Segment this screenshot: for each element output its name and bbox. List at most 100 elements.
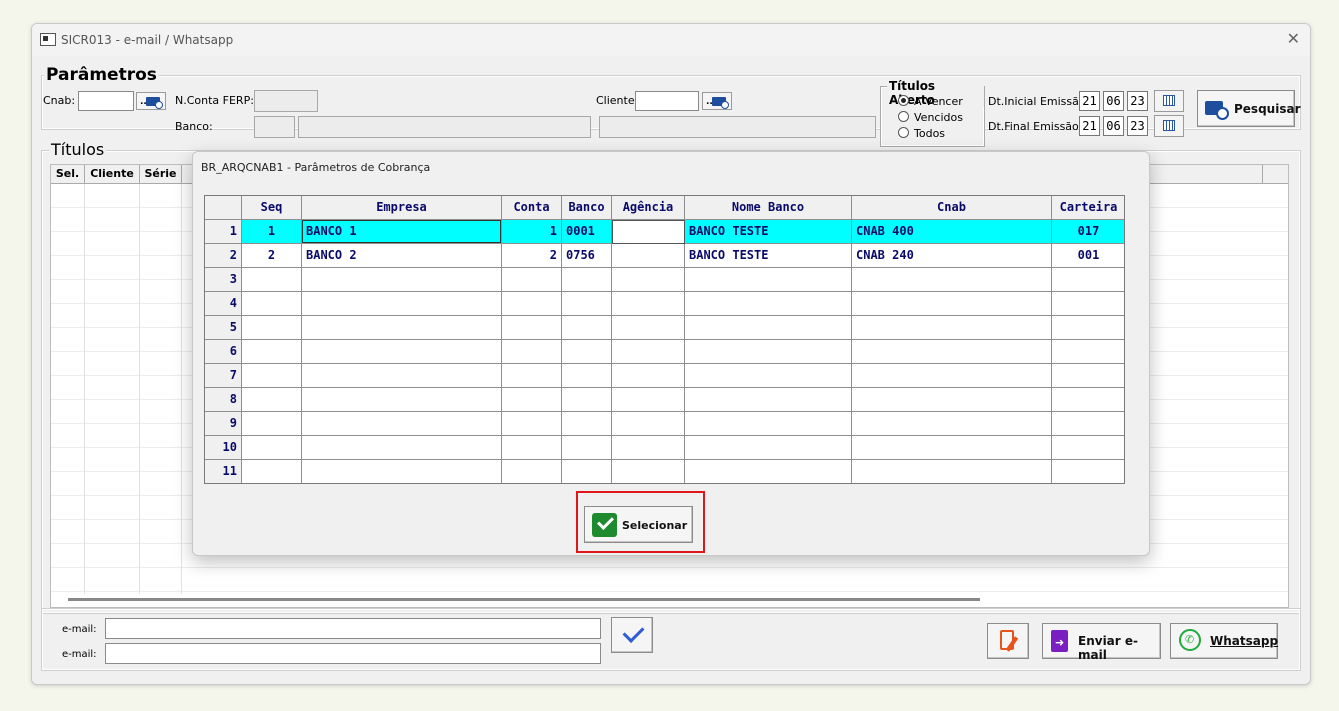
empty-cell[interactable] (562, 364, 612, 388)
empty-cell[interactable] (502, 316, 562, 340)
col-header-empresa[interactable]: Empresa (302, 196, 502, 220)
empty-cell[interactable] (852, 460, 1052, 483)
whatsapp-button[interactable]: ✆ Whatsapp (1170, 623, 1278, 659)
empty-cell[interactable] (302, 364, 502, 388)
dt-final-day[interactable]: 21 (1079, 116, 1100, 136)
empty-cell[interactable] (302, 292, 502, 316)
enviar-email-button[interactable]: ➜ Enviar e-mail (1042, 623, 1161, 662)
cell-carteira[interactable]: 001 (1052, 244, 1124, 268)
horizontal-scrollbar[interactable] (68, 598, 980, 601)
empty-cell[interactable] (242, 412, 302, 436)
empty-cell[interactable] (242, 268, 302, 292)
empty-cell[interactable] (685, 340, 852, 364)
empty-cell[interactable] (302, 412, 502, 436)
empty-cell[interactable] (1052, 436, 1124, 460)
empty-cell[interactable] (302, 436, 502, 460)
empty-cell[interactable] (242, 364, 302, 388)
dt-final-field[interactable]: 21 06 23 (1079, 116, 1151, 136)
empty-cell[interactable] (502, 292, 562, 316)
empty-cell[interactable] (685, 268, 852, 292)
empty-cell[interactable] (242, 292, 302, 316)
empty-cell[interactable] (685, 460, 852, 483)
row-indicator[interactable]: 7 (205, 364, 242, 388)
col-header-cnab[interactable]: Cnab (852, 196, 1052, 220)
cell-conta[interactable]: 1 (502, 220, 562, 244)
empty-cell[interactable] (562, 388, 612, 412)
cell-conta[interactable]: 2 (502, 244, 562, 268)
col-header-seq[interactable]: Seq (242, 196, 302, 220)
empty-cell[interactable] (612, 268, 685, 292)
row-indicator[interactable]: 1 (205, 220, 242, 244)
dt-final-calendar-button[interactable] (1154, 115, 1184, 137)
col-header-nome-banco[interactable]: Nome Banco (685, 196, 852, 220)
empty-cell[interactable] (502, 436, 562, 460)
dt-inicial-month[interactable]: 06 (1103, 91, 1124, 111)
empty-cell[interactable] (1052, 268, 1124, 292)
empty-cell[interactable] (852, 316, 1052, 340)
empty-cell[interactable] (1052, 364, 1124, 388)
row-indicator[interactable]: 10 (205, 436, 242, 460)
empty-cell[interactable] (1052, 412, 1124, 436)
empty-cell[interactable] (685, 412, 852, 436)
empty-cell[interactable] (502, 364, 562, 388)
dt-inicial-calendar-button[interactable] (1154, 90, 1184, 112)
cnab-input[interactable] (78, 91, 134, 111)
cell-cnab[interactable]: CNAB 400 (852, 220, 1052, 244)
radio-a-vencer[interactable]: A Vencer (898, 95, 963, 108)
empty-cell[interactable] (302, 316, 502, 340)
empty-cell[interactable] (502, 460, 562, 483)
radio-vencidos[interactable]: Vencidos (898, 111, 963, 124)
confirm-email-button[interactable] (611, 617, 653, 653)
empty-cell[interactable] (1052, 388, 1124, 412)
empty-cell[interactable] (302, 268, 502, 292)
empty-cell[interactable] (852, 292, 1052, 316)
col-header-conta[interactable]: Conta (502, 196, 562, 220)
cell-seq[interactable]: 1 (242, 220, 302, 244)
cell-nome-banco[interactable]: BANCO TESTE (685, 244, 852, 268)
empty-cell[interactable] (242, 316, 302, 340)
cobranca-grid[interactable]: Seq Empresa Conta Banco Agência Nome Banco Cna… (204, 195, 1125, 484)
empty-cell[interactable] (612, 292, 685, 316)
agencia-edit-cell[interactable] (612, 220, 685, 244)
empty-cell[interactable] (612, 340, 685, 364)
empty-cell[interactable] (852, 268, 1052, 292)
empty-cell[interactable] (612, 364, 685, 388)
empty-cell[interactable] (242, 436, 302, 460)
row-indicator[interactable]: 2 (205, 244, 242, 268)
empty-cell[interactable] (852, 412, 1052, 436)
row-indicator[interactable]: 3 (205, 268, 242, 292)
row-indicator[interactable]: 9 (205, 412, 242, 436)
cell-empresa[interactable]: BANCO 1 (302, 220, 502, 244)
empty-cell[interactable] (562, 268, 612, 292)
col-header-carteira[interactable]: Carteira (1052, 196, 1124, 220)
dt-final-year[interactable]: 23 (1127, 116, 1148, 136)
pesquisar-button[interactable]: Pesquisar (1197, 90, 1300, 127)
empty-cell[interactable] (302, 388, 502, 412)
empty-cell[interactable] (502, 388, 562, 412)
empty-cell[interactable] (242, 460, 302, 483)
empty-cell[interactable] (1052, 340, 1124, 364)
empty-cell[interactable] (685, 364, 852, 388)
empty-cell[interactable] (685, 292, 852, 316)
empty-cell[interactable] (302, 460, 502, 483)
row-indicator[interactable]: 4 (205, 292, 242, 316)
empty-cell[interactable] (612, 388, 685, 412)
dt-final-month[interactable]: 06 (1103, 116, 1124, 136)
cell-empresa[interactable]: BANCO 2 (302, 244, 502, 268)
dt-inicial-year[interactable]: 23 (1127, 91, 1148, 111)
empty-cell[interactable] (502, 412, 562, 436)
col-header-agencia[interactable]: Agência (612, 196, 685, 220)
empty-cell[interactable] (1052, 292, 1124, 316)
empty-cell[interactable] (502, 268, 562, 292)
cnab-lookup-button[interactable]: .. (136, 92, 166, 110)
empty-cell[interactable] (502, 340, 562, 364)
empty-cell[interactable] (302, 340, 502, 364)
cell-cnab[interactable]: CNAB 240 (852, 244, 1052, 268)
empty-cell[interactable] (612, 436, 685, 460)
cell-agencia[interactable] (612, 244, 685, 268)
empty-cell[interactable] (612, 316, 685, 340)
empty-cell[interactable] (562, 460, 612, 483)
email-input-1[interactable] (105, 618, 601, 639)
cell-seq[interactable]: 2 (242, 244, 302, 268)
empty-cell[interactable] (242, 340, 302, 364)
